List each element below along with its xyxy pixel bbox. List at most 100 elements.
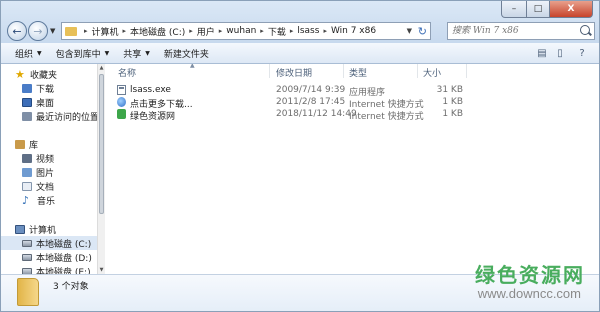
breadcrumb-wuhan[interactable]: wuhan [226, 26, 256, 36]
sidebar-computer-label: 计算机 [29, 225, 57, 236]
drive-icon [22, 239, 32, 247]
explorer-window: – □ X ← → ▼ ▸ 计算机 ▸ 本地磁盘 (C:) ▸ 用户 ▸ wuh… [0, 0, 600, 312]
sidebar-item-recent-places[interactable]: 最近访问的位置 [1, 109, 99, 123]
file-type: Internet 快捷方式 [349, 112, 424, 122]
include-in-library-label: 包含到库中 [55, 49, 101, 60]
file-row[interactable]: 绿色资源网 2018/11/12 14:49 Internet 快捷方式 1 K… [106, 108, 466, 122]
new-folder-label: 新建文件夹 [163, 49, 209, 60]
breadcrumb-separator-icon[interactable]: ▸ [260, 27, 264, 35]
internet-shortcut-icon [117, 97, 126, 107]
breadcrumb-drive-c[interactable]: 本地磁盘 (C:) [130, 25, 185, 38]
column-headers: 名称 ▲ 修改日期 类型 大小 [106, 64, 599, 79]
maximize-button[interactable]: □ [527, 1, 550, 18]
folder-icon [65, 26, 77, 36]
sidebar-item-label: 本地磁盘 (D:) [36, 253, 92, 264]
file-date: 2018/11/12 14:49 [276, 109, 357, 119]
sort-ascending-icon: ▲ [190, 64, 195, 69]
exe-icon [117, 85, 126, 95]
search-box[interactable] [447, 22, 595, 40]
column-divider[interactable] [417, 64, 418, 78]
sidebar-item-downloads[interactable]: 下载 [1, 81, 97, 95]
organize-label: 组织 [15, 49, 34, 60]
watermark-title: 绿色资源网 [475, 263, 585, 287]
desktop-icon [22, 97, 32, 107]
help-icon[interactable]: ? [573, 45, 591, 61]
navigation-scrollbar[interactable]: ▲ ▼ [97, 64, 105, 274]
sidebar-item-favorites[interactable]: ★ 收藏夹 [1, 67, 97, 81]
navigation-pane: ★ 收藏夹 下载 桌面 最近访问的位置 库 视频 图片 文档 ♪ 音乐 计算机 本地… [1, 64, 105, 274]
sidebar-item-drive-c[interactable]: 本地磁盘 (C:) [1, 236, 97, 250]
scrollbar-thumb[interactable] [99, 74, 104, 214]
organize-menu-button[interactable]: 组织 ▼ [15, 47, 42, 60]
sidebar-item-label: 视频 [36, 154, 55, 165]
sidebar-item-drive-e[interactable]: 本地磁盘 (E:) [1, 264, 97, 274]
column-divider[interactable] [269, 64, 270, 78]
caption-buttons: – □ X [501, 1, 593, 18]
sidebar-item-desktop[interactable]: 桌面 [1, 95, 97, 109]
view-options-icon[interactable]: ▤ [533, 45, 551, 61]
share-label: 共享 [123, 49, 142, 60]
sidebar-item-label: 桌面 [36, 98, 55, 109]
breadcrumb-computer[interactable]: 计算机 [92, 25, 119, 38]
recent-pages-dropdown-icon[interactable]: ▼ [50, 27, 55, 35]
sidebar-item-libraries[interactable]: 库 [1, 137, 97, 151]
forward-button[interactable]: → [28, 21, 48, 41]
close-button[interactable]: X [550, 1, 593, 18]
file-size: 31 KB [436, 85, 463, 95]
document-icon [22, 181, 32, 191]
breadcrumb-separator-icon[interactable]: ▸ [323, 27, 327, 35]
command-toolbar: 组织 ▼ 包含到库中 ▼ 共享 ▼ 新建文件夹 ▤ ▯ ? [1, 43, 599, 64]
breadcrumb-lsass[interactable]: lsass [297, 26, 319, 36]
sidebar-item-documents[interactable]: 文档 [1, 179, 97, 193]
sidebar-item-music[interactable]: ♪ 音乐 [1, 193, 97, 207]
include-in-library-menu-button[interactable]: 包含到库中 ▼ [56, 47, 110, 60]
sidebar-item-pictures[interactable]: 图片 [1, 165, 97, 179]
column-divider[interactable] [466, 64, 467, 78]
file-date: 2011/2/8 17:45 [276, 97, 346, 107]
breadcrumb-separator-icon[interactable]: ▸ [84, 27, 88, 35]
file-name: 绿色资源网 [130, 112, 176, 122]
breadcrumb-users[interactable]: 用户 [197, 25, 215, 38]
file-name: lsass.exe [130, 85, 171, 95]
preview-pane-icon[interactable]: ▯ [551, 45, 569, 61]
download-icon [22, 83, 32, 93]
minimize-button[interactable]: – [501, 1, 527, 18]
scroll-down-arrow-icon[interactable]: ▼ [98, 267, 105, 273]
breadcrumb-win7x86[interactable]: Win 7 x86 [331, 26, 376, 36]
breadcrumb-separator-icon[interactable]: ▸ [219, 27, 223, 35]
search-input[interactable] [452, 24, 572, 38]
breadcrumb-separator-icon[interactable]: ▸ [189, 27, 193, 35]
new-folder-button[interactable]: 新建文件夹 [164, 47, 209, 60]
breadcrumb-separator-icon[interactable]: ▸ [290, 27, 294, 35]
scroll-up-arrow-icon[interactable]: ▲ [98, 65, 105, 71]
sidebar-item-drive-d[interactable]: 本地磁盘 (D:) [1, 250, 97, 264]
library-icon [15, 139, 25, 149]
sidebar-favorites-label: 收藏夹 [30, 70, 58, 81]
back-button[interactable]: ← [7, 21, 27, 41]
recent-icon [22, 111, 32, 121]
column-header-name[interactable]: 名称 [118, 66, 136, 79]
address-bar[interactable]: ▸ 计算机 ▸ 本地磁盘 (C:) ▸ 用户 ▸ wuhan ▸ 下载 ▸ ls… [61, 22, 431, 40]
forward-arrow-icon: → [33, 24, 43, 38]
sidebar-item-label: 本地磁盘 (E:) [36, 267, 91, 275]
refresh-icon[interactable]: ↻ [418, 25, 427, 38]
column-divider[interactable] [343, 64, 344, 78]
sidebar-item-label: 下载 [36, 84, 55, 95]
sidebar-item-label: 本地磁盘 (C:) [36, 239, 92, 250]
chevron-down-icon: ▼ [145, 49, 150, 57]
sidebar-item-label: 图片 [36, 168, 55, 179]
breadcrumb-separator-icon[interactable]: ▸ [123, 27, 127, 35]
share-menu-button[interactable]: 共享 ▼ [123, 47, 150, 60]
column-header-size[interactable]: 大小 [423, 66, 441, 79]
column-header-type[interactable]: 类型 [349, 66, 367, 79]
sidebar-item-videos[interactable]: 视频 [1, 151, 97, 165]
item-count: 3 个对象 [53, 282, 89, 292]
column-header-date[interactable]: 修改日期 [276, 66, 312, 79]
sidebar-item-computer[interactable]: 计算机 [1, 222, 97, 236]
search-icon[interactable] [580, 25, 590, 35]
computer-icon [15, 224, 25, 234]
title-bar: – □ X ← → ▼ ▸ 计算机 ▸ 本地磁盘 (C:) ▸ 用户 ▸ wuh… [1, 1, 599, 43]
breadcrumb-downloads[interactable]: 下载 [268, 25, 286, 38]
address-history-dropdown-icon[interactable]: ▼ [407, 27, 412, 35]
back-arrow-icon: ← [12, 24, 22, 38]
